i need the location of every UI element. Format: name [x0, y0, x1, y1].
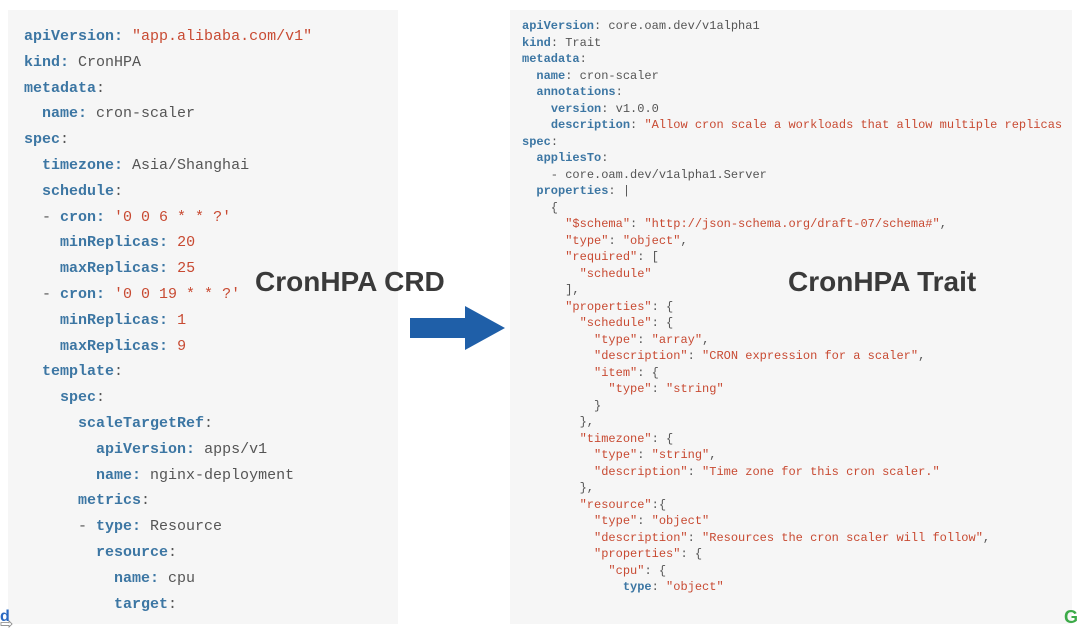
arrow-icon [410, 306, 505, 350]
right-label: CronHPA Trait [788, 266, 976, 298]
left-code-panel: apiVersion: "app.alibaba.com/v1" kind: C… [8, 10, 398, 624]
edge-fragment-arrow: ⇨ [0, 614, 13, 634]
edge-fragment-g: G [1064, 607, 1078, 628]
right-code-panel: apiVersion: core.oam.dev/v1alpha1 kind: … [510, 10, 1072, 624]
left-label: CronHPA CRD [255, 266, 445, 298]
